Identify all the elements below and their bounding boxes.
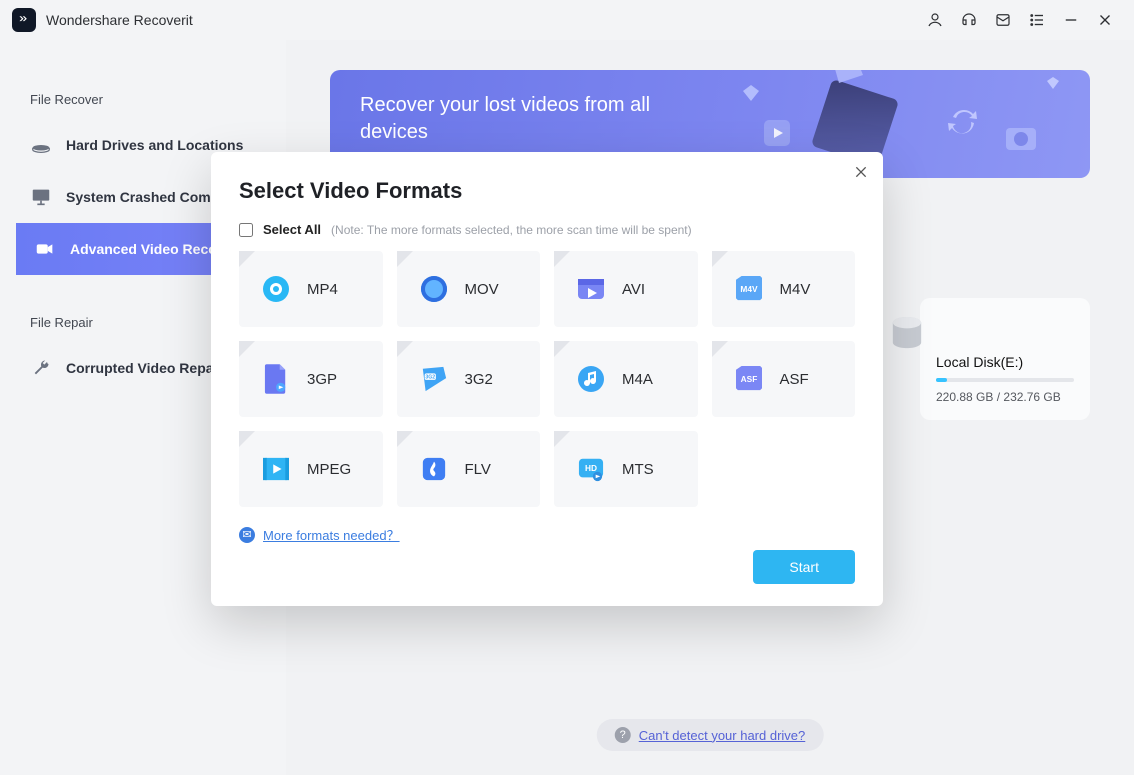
mpeg-icon <box>261 454 291 484</box>
mp4-icon <box>261 274 291 304</box>
mov-icon <box>419 274 449 304</box>
m4a-icon <box>576 364 606 394</box>
svg-text:3G2: 3G2 <box>425 375 435 381</box>
format-asf[interactable]: ASF ASF <box>712 341 856 417</box>
format-label: MP4 <box>307 281 338 298</box>
start-button[interactable]: Start <box>753 550 855 584</box>
svg-text:HD: HD <box>585 463 597 473</box>
format-label: ASF <box>780 371 809 388</box>
flv-icon <box>419 454 449 484</box>
threeg2-icon: 3G2 <box>419 364 449 394</box>
chat-bubble-icon: ✉ <box>239 527 255 543</box>
mts-icon: HD <box>576 454 606 484</box>
modal-overlay: Select Video Formats Select All (Note: T… <box>0 0 1134 775</box>
format-label: MOV <box>465 281 499 298</box>
more-formats-row[interactable]: ✉ More formats needed？ <box>239 525 855 544</box>
asf-icon: ASF <box>734 364 764 394</box>
format-grid: MP4 MOV AVI <box>239 251 855 507</box>
format-mts[interactable]: HD MTS <box>554 431 698 507</box>
select-all-row[interactable]: Select All (Note: The more formats selec… <box>239 222 855 237</box>
select-all-label: Select All <box>263 222 321 237</box>
svg-text:ASF: ASF <box>740 374 757 384</box>
format-3gp[interactable]: 3GP <box>239 341 383 417</box>
format-label: 3G2 <box>465 371 493 388</box>
format-label: MTS <box>622 461 654 478</box>
format-label: M4V <box>780 281 811 298</box>
format-label: FLV <box>465 461 491 478</box>
format-avi[interactable]: AVI <box>554 251 698 327</box>
select-all-checkbox[interactable] <box>239 223 253 237</box>
format-label: MPEG <box>307 461 351 478</box>
m4v-icon: M4V <box>734 274 764 304</box>
svg-text:M4V: M4V <box>740 284 758 294</box>
app-window: Wondershare Recoverit File Recover <box>0 0 1134 775</box>
format-mp4[interactable]: MP4 <box>239 251 383 327</box>
threegp-icon <box>261 364 291 394</box>
format-m4a[interactable]: M4A <box>554 341 698 417</box>
modal-title: Select Video Formats <box>239 178 855 204</box>
avi-icon <box>576 274 606 304</box>
modal-close-button[interactable] <box>853 164 869 185</box>
select-all-note: (Note: The more formats selected, the mo… <box>331 223 692 237</box>
format-m4v[interactable]: M4V M4V <box>712 251 856 327</box>
select-video-formats-modal: Select Video Formats Select All (Note: T… <box>211 152 883 606</box>
format-mov[interactable]: MOV <box>397 251 541 327</box>
format-3g2[interactable]: 3G2 3G2 <box>397 341 541 417</box>
format-label: AVI <box>622 281 645 298</box>
format-label: M4A <box>622 371 653 388</box>
format-flv[interactable]: FLV <box>397 431 541 507</box>
more-formats-link[interactable]: More formats needed？ <box>263 525 400 544</box>
format-mpeg[interactable]: MPEG <box>239 431 383 507</box>
format-label: 3GP <box>307 371 337 388</box>
